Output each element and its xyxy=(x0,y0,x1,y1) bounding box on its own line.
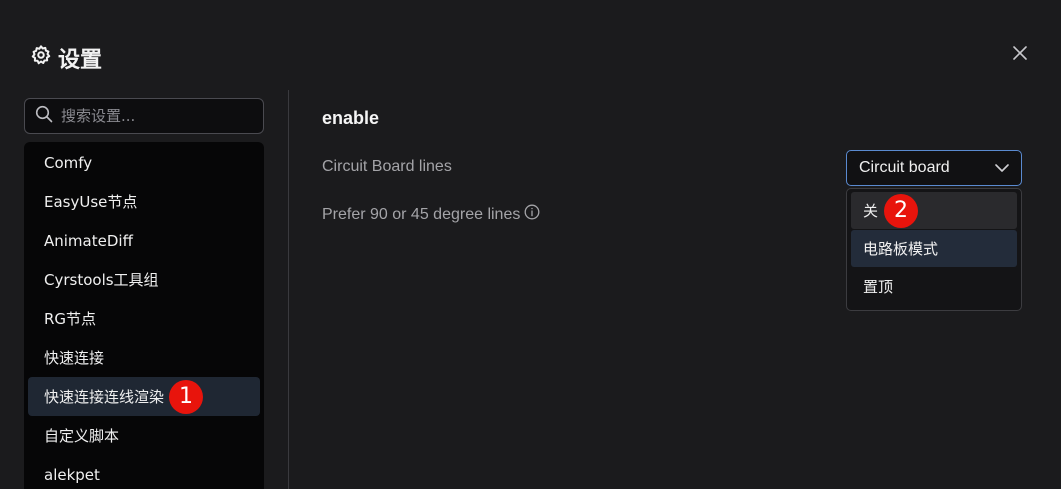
select-dropdown-menu: 关 2 电路板模式 置顶 xyxy=(846,188,1022,311)
sidebar-item-label: Comfy xyxy=(44,153,93,172)
sidebar-item-custom-scripts[interactable]: 自定义脚本 xyxy=(28,416,260,455)
sidebar-item-label: alekpet xyxy=(44,465,100,484)
settings-category-list: Comfy EasyUse节点 AnimateDiff Cyrstools工具组… xyxy=(24,142,264,489)
sidebar-item-label: 快速连接 xyxy=(44,349,105,367)
sidebar-item-label: 自定义脚本 xyxy=(44,427,120,445)
sidebar-item-easyuse[interactable]: EasyUse节点 xyxy=(28,182,260,221)
sidebar-item-comfy[interactable]: Comfy xyxy=(28,143,260,182)
sidebar-item-alekpet[interactable]: alekpet xyxy=(28,455,260,489)
info-icon[interactable] xyxy=(524,204,540,225)
setting-label-prefer-angles: Prefer 90 or 45 degree lines xyxy=(322,204,540,225)
close-icon xyxy=(1013,45,1027,65)
sidebar-item-quick-connect[interactable]: 快速连接 xyxy=(28,338,260,377)
sidebar-item-animatediff[interactable]: AnimateDiff xyxy=(28,221,260,260)
dropdown-option-off[interactable]: 关 2 xyxy=(851,192,1017,229)
dropdown-option-circuit-board[interactable]: 电路板模式 xyxy=(851,230,1017,267)
sidebar-item-rg[interactable]: RG节点 xyxy=(28,299,260,338)
sidebar-item-quick-connect-render[interactable]: 快速连接连线渲染 1 xyxy=(28,377,260,416)
sidebar-item-label: EasyUse节点 xyxy=(44,193,138,211)
select-value: Circuit board xyxy=(859,159,950,176)
sidebar-item-label: AnimateDiff xyxy=(44,231,133,250)
sidebar-item-label: RG节点 xyxy=(44,310,97,328)
dialog-title-text: 设置 xyxy=(58,48,103,73)
annotation-badge-2: 2 xyxy=(884,193,919,228)
option-label: 置顶 xyxy=(863,278,894,296)
search-icon xyxy=(35,105,53,128)
option-label: 电路板模式 xyxy=(863,240,939,258)
dropdown-option-top[interactable]: 置顶 xyxy=(851,268,1017,305)
search-box[interactable] xyxy=(24,98,264,134)
sidebar-item-cyrstools[interactable]: Cyrstools工具组 xyxy=(28,260,260,299)
setting-label-circuit-board: Circuit Board lines xyxy=(322,158,452,176)
option-label: 关 xyxy=(863,202,879,220)
close-button[interactable] xyxy=(1009,44,1031,66)
panel-divider xyxy=(288,90,289,489)
search-input[interactable] xyxy=(61,107,241,125)
chevron-down-icon xyxy=(995,159,1009,177)
sidebar-item-label: Cyrstools工具组 xyxy=(44,271,159,289)
sidebar-item-label: 快速连接连线渲染 xyxy=(44,388,165,406)
section-title: enable xyxy=(322,108,380,128)
gear-icon xyxy=(30,44,52,72)
setting-label-text: Prefer 90 or 45 degree lines xyxy=(322,205,521,223)
setting-label-text: Circuit Board lines xyxy=(322,158,452,175)
annotation-badge-1: 1 xyxy=(169,379,204,414)
dialog-title: 设置 xyxy=(30,42,102,74)
circuit-board-select[interactable]: Circuit board xyxy=(846,150,1022,186)
